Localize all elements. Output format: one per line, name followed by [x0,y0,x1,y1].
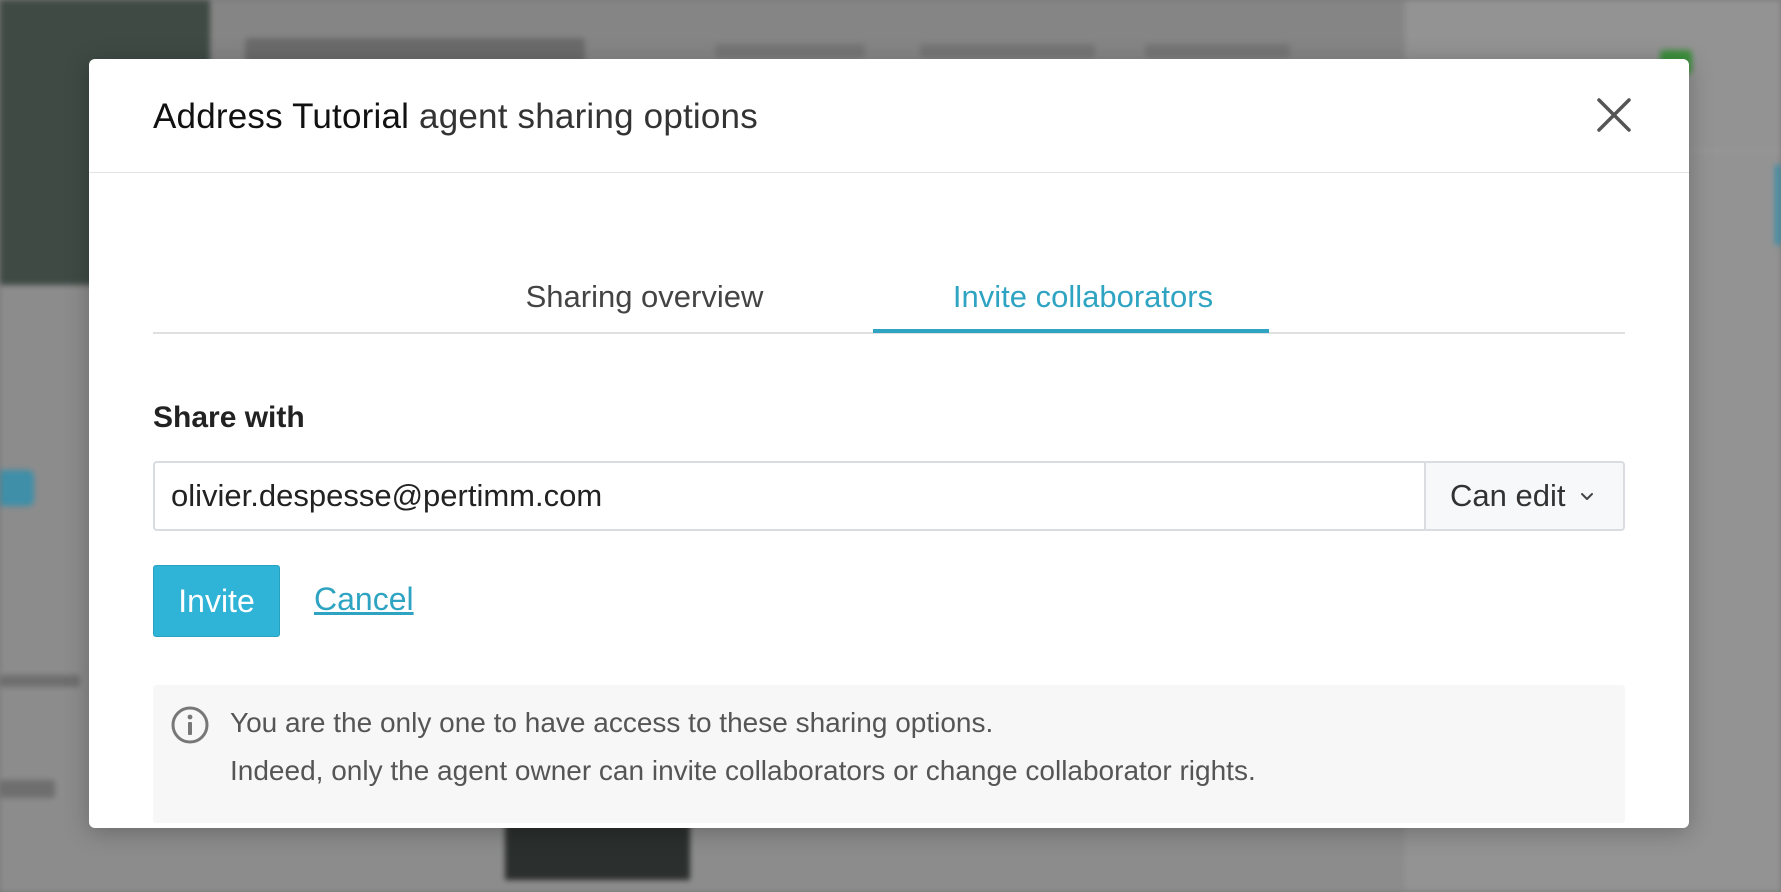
info-text-line-1: You are the only one to have access to t… [230,707,994,738]
close-button[interactable] [1595,96,1633,134]
dialog-title-suffix: agent sharing options [409,97,758,136]
sharing-options-dialog: Address Tutorial agent sharing options S… [89,59,1689,828]
rights-select[interactable]: Can edit [1424,461,1625,531]
active-tab-indicator [873,329,1269,333]
info-notice: You are the only one to have access to t… [153,685,1625,823]
dialog-title: Address Tutorial agent sharing options [153,97,758,137]
cancel-link[interactable]: Cancel [314,581,414,618]
tab-invite-collaborators[interactable]: Invite collaborators [938,279,1228,315]
rights-select-value: Can edit [1450,478,1566,513]
email-field[interactable] [153,461,1424,531]
background-accent [1775,165,1781,245]
info-text-line-2: Indeed, only the agent owner can invite … [230,755,1256,786]
background-text [0,675,80,687]
tab-sharing-overview[interactable]: Sharing overview [522,279,767,315]
background-thumbnail [505,820,690,880]
chevron-down-icon [1581,493,1594,500]
background-text [0,780,55,798]
background-meta [1145,44,1290,58]
background-accent [0,470,34,506]
share-row: Can edit [153,461,1625,531]
dialog-header: Address Tutorial agent sharing options [89,59,1689,173]
background-meta [715,44,865,58]
tab-bar: Sharing overview Invite collaborators [153,259,1625,334]
background-meta [920,44,1095,58]
share-with-label: Share with [153,401,305,434]
info-icon [171,706,209,744]
agent-name: Address Tutorial [153,97,410,136]
close-icon [1597,98,1631,132]
invite-button[interactable]: Invite [153,565,280,637]
